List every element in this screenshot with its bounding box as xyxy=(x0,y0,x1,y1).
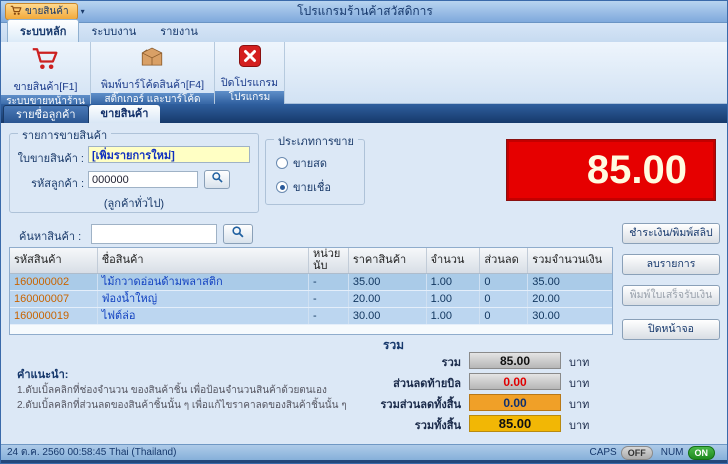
ribbon-group-caption-program: โปรแกรม xyxy=(215,91,284,105)
total-amount-display: 85.00 xyxy=(506,139,716,201)
caps-toggle[interactable]: OFF xyxy=(620,445,653,460)
summary-total-discount-value: 0.00 xyxy=(469,394,561,411)
tips-title: คำแนะนำ: xyxy=(17,369,69,381)
invoice-label: ใบขายสินค้า : xyxy=(17,153,84,165)
sell-products-button[interactable]: ขายสินค้า[F1] xyxy=(13,42,78,95)
col-header-amount: รวมจำนวนเงิน xyxy=(532,253,603,266)
delete-item-button[interactable]: ลบรายการ xyxy=(622,254,720,275)
col-header-price: ราคาสินค้า xyxy=(349,248,427,273)
summary-bill-discount-unit: บาท xyxy=(569,378,590,390)
close-program-button[interactable]: ปิดโปรแกรม xyxy=(221,42,278,91)
search-product-label: ค้นหาสินค้า : xyxy=(19,231,82,243)
col-header-unit: หน่วยนับ xyxy=(309,248,349,273)
summary-grand-total-label: รวมทั้งสิ้น xyxy=(414,420,461,432)
num-toggle[interactable]: ON xyxy=(687,445,715,460)
radio-cash-icon xyxy=(276,157,288,169)
status-datetime: 24 ต.ค. 2560 00:58:45 Thai (Thailand) xyxy=(7,447,177,458)
summary-bill-discount-value[interactable]: 0.00 xyxy=(469,373,561,390)
summary-total-discount-unit: บาท xyxy=(569,399,590,411)
tab-customer-list[interactable]: รายชื่อลูกค้า xyxy=(3,105,89,123)
customer-code-label: รหัสลูกค้า : xyxy=(31,178,84,190)
summary-total-unit: บาท xyxy=(569,357,590,369)
search-product-input[interactable] xyxy=(91,224,217,244)
ribbon-tab-reports[interactable]: รายงาน xyxy=(148,20,210,42)
close-screen-button[interactable]: ปิดหน้าจอ xyxy=(622,319,720,340)
close-program-label: ปิดโปรแกรม xyxy=(220,77,279,89)
pay-print-slip-button[interactable]: ชำระเงิน/พิมพ์สลิป xyxy=(622,223,720,244)
quick-access-tab[interactable]: ขายสินค้า xyxy=(5,3,78,20)
radio-credit-sale[interactable]: ขายเชื่อ xyxy=(276,178,331,196)
search-icon xyxy=(211,171,224,189)
summary-total-label: รวม xyxy=(441,357,461,369)
summary-grand-total-value: 85.00 xyxy=(469,415,561,432)
search-icon xyxy=(231,225,245,244)
ribbon-group-program: ปิดโปรแกรม โปรแกรม xyxy=(215,42,285,105)
invoice-field[interactable] xyxy=(88,146,250,163)
print-receipt-button: พิมพ์ใบเสร็จรับเงิน xyxy=(622,285,720,306)
status-bar: 24 ต.ค. 2560 00:58:45 Thai (Thailand) CA… xyxy=(1,444,727,460)
app-window: โปรแกรมร้านค้าสวัสดิการ ขายสินค้า ▾ ระบบ… xyxy=(0,0,728,464)
tip-line-1: 1.ดับเบิ้ลคลิกที่ช่องจำนวน ของสินค้าชิ้น… xyxy=(17,385,327,396)
search-product-button[interactable] xyxy=(223,224,253,244)
table-row[interactable]: 160000007 ฟ่องน้ำใหญ่ - 20.00 1.00 0 20.… xyxy=(10,291,612,308)
quick-access-label: ขายสินค้า xyxy=(25,6,69,17)
table-header-row: รหัสสินค้า ชื่อสินค้า หน่วยนับ ราคาสินค้… xyxy=(10,248,612,274)
cart-icon xyxy=(30,44,60,77)
window-bottom-frame xyxy=(1,460,727,463)
customer-code-field[interactable] xyxy=(88,171,198,188)
close-icon xyxy=(238,44,262,73)
sell-products-label: ขายสินค้า[F1] xyxy=(13,81,78,93)
col-header-code: รหัสสินค้า xyxy=(10,248,98,273)
chevron-down-icon[interactable]: ▾ xyxy=(81,7,85,16)
table-row[interactable]: 160000002 ไม้กวาดอ่อนด้ามพลาสติก - 35.00… xyxy=(10,274,612,291)
sales-list-groupbox: รายการขายสินค้า ใบขายสินค้า : รหัสลูกค้า… xyxy=(9,126,259,213)
ribbon-tab-work[interactable]: ระบบงาน xyxy=(79,20,148,42)
sales-list-group-title: รายการขายสินค้า xyxy=(18,126,112,144)
ribbon-group-barcode: พิมพ์บาร์โค้ดสินค้า[F4] สติ๊กเกอร์ และบา… xyxy=(91,42,215,107)
tab-sell-products[interactable]: ขายสินค้า xyxy=(88,105,161,123)
radio-cash-label: ขายสด xyxy=(293,158,327,170)
tip-line-2: 2.ดับเบิ้ลคลิกที่ส่วนลดของสินค้าชิ้นนั้น… xyxy=(17,400,347,411)
radio-credit-label: ขายเชื่อ xyxy=(293,182,331,194)
num-label: NUM xyxy=(660,447,684,458)
ribbon-body: ขายสินค้า[F1] ระบบขายหน้าร้าน พิมพ์บาร์โ… xyxy=(1,42,727,109)
ribbon-tab-main[interactable]: ระบบหลัก xyxy=(7,19,80,42)
col-header-discount: ส่วนลด xyxy=(480,248,529,273)
box-icon xyxy=(138,44,166,75)
main-panel: รายการขายสินค้า ใบขายสินค้า : รหัสลูกค้า… xyxy=(1,123,727,444)
print-barcode-label: พิมพ์บาร์โค้ดสินค้า[F4] xyxy=(100,79,205,91)
customer-search-button[interactable] xyxy=(204,170,230,189)
print-barcode-button[interactable]: พิมพ์บาร์โค้ดสินค้า[F4] xyxy=(101,42,204,93)
customer-note: (ลูกค้าทั่วไป) xyxy=(103,198,165,210)
items-table: รหัสสินค้า ชื่อสินค้า หน่วยนับ ราคาสินค้… xyxy=(9,247,613,335)
sale-type-groupbox: ประเภทการขาย ขายสด ขายเชื่อ xyxy=(265,132,365,205)
summary-total-value: 85.00 xyxy=(469,352,561,369)
window-title: โปรแกรมร้านค้าสวัสดิการ xyxy=(297,4,433,18)
summary-grand-total-unit: บาท xyxy=(569,420,590,432)
ribbon-group-sales: ขายสินค้า[F1] ระบบขายหน้าร้าน xyxy=(1,42,91,109)
document-tab-strip: รายชื่อลูกค้า ขายสินค้า xyxy=(1,104,727,123)
caps-label: CAPS xyxy=(589,447,617,458)
cart-icon xyxy=(10,4,22,19)
table-row[interactable]: 160000019 ไฟต์ล่อ - 30.00 1.00 0 30.00 xyxy=(10,308,612,325)
sale-type-group-title: ประเภทการขาย xyxy=(274,132,358,150)
radio-cash-sale[interactable]: ขายสด xyxy=(276,154,327,172)
radio-credit-icon xyxy=(276,181,288,193)
col-header-qty: จำนวน xyxy=(427,248,481,273)
ribbon-tab-strip: ระบบหลัก ระบบงาน รายงาน xyxy=(1,19,727,42)
col-header-name: ชื่อสินค้า xyxy=(98,248,309,273)
